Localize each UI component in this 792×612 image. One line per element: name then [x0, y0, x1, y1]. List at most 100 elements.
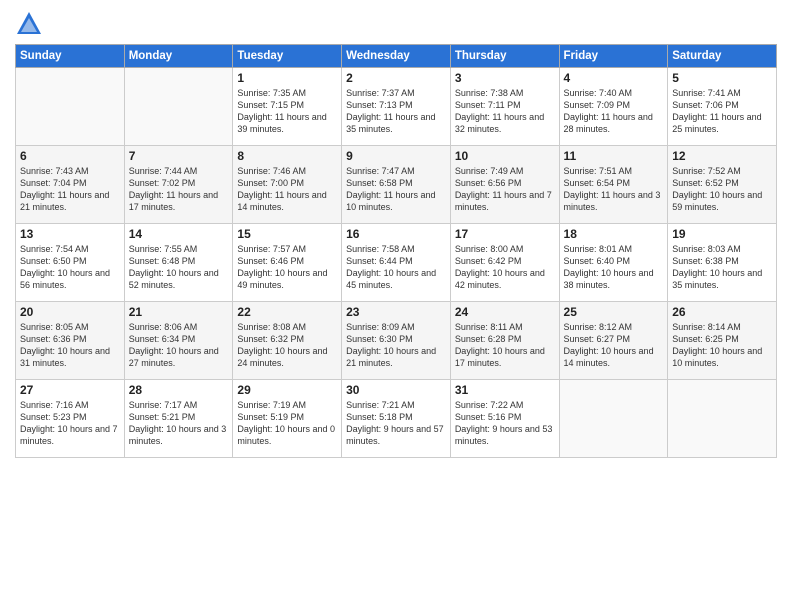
- logo-icon: [15, 10, 43, 38]
- day-info: Sunrise: 7:58 AM Sunset: 6:44 PM Dayligh…: [346, 243, 446, 292]
- calendar-cell: 10 Sunrise: 7:49 AM Sunset: 6:56 PM Dayli…: [450, 146, 559, 224]
- day-number: 9: [346, 149, 446, 163]
- calendar-cell: 14 Sunrise: 7:55 AM Sunset: 6:48 PM Dayli…: [124, 224, 233, 302]
- day-number: 5: [672, 71, 772, 85]
- day-of-week-header: Thursday: [450, 45, 559, 68]
- day-info: Sunrise: 7:55 AM Sunset: 6:48 PM Dayligh…: [129, 243, 229, 292]
- day-number: 6: [20, 149, 120, 163]
- calendar-cell: 19 Sunrise: 8:03 AM Sunset: 6:38 PM Dayli…: [668, 224, 777, 302]
- calendar-cell: 25 Sunrise: 8:12 AM Sunset: 6:27 PM Dayli…: [559, 302, 668, 380]
- calendar-week-row: 6Sunrise: 7:43 AM Sunset: 7:04 PM Daylig…: [16, 146, 777, 224]
- day-info: Sunrise: 7:49 AM Sunset: 6:56 PM Dayligh…: [455, 165, 555, 214]
- day-info: Sunrise: 7:21 AM Sunset: 5:18 PM Dayligh…: [346, 399, 446, 448]
- day-number: 25: [564, 305, 664, 319]
- day-number: 3: [455, 71, 555, 85]
- day-number: 31: [455, 383, 555, 397]
- day-of-week-header: Tuesday: [233, 45, 342, 68]
- day-number: 21: [129, 305, 229, 319]
- day-number: 19: [672, 227, 772, 241]
- day-info: Sunrise: 7:41 AM Sunset: 7:06 PM Dayligh…: [672, 87, 772, 136]
- day-info: Sunrise: 8:14 AM Sunset: 6:25 PM Dayligh…: [672, 321, 772, 370]
- calendar-cell: 31 Sunrise: 7:22 AM Sunset: 5:16 PM Dayli…: [450, 380, 559, 458]
- calendar-cell: 28 Sunrise: 7:17 AM Sunset: 5:21 PM Dayli…: [124, 380, 233, 458]
- day-info: Sunrise: 7:51 AM Sunset: 6:54 PM Dayligh…: [564, 165, 664, 214]
- day-of-week-header: Friday: [559, 45, 668, 68]
- calendar-cell: [124, 68, 233, 146]
- calendar-cell: 1 Sunrise: 7:35 AM Sunset: 7:15 PM Daylig…: [233, 68, 342, 146]
- day-number: 28: [129, 383, 229, 397]
- day-info: Sunrise: 7:22 AM Sunset: 5:16 PM Dayligh…: [455, 399, 555, 448]
- calendar-cell: 11Sunrise: 7:51 AM Sunset: 6:54 PM Dayli…: [559, 146, 668, 224]
- calendar-cell: 26 Sunrise: 8:14 AM Sunset: 6:25 PM Dayli…: [668, 302, 777, 380]
- calendar-header-row: SundayMondayTuesdayWednesdayThursdayFrid…: [16, 45, 777, 68]
- calendar-cell: 3 Sunrise: 7:38 AM Sunset: 7:11 PM Daylig…: [450, 68, 559, 146]
- day-number: 17: [455, 227, 555, 241]
- calendar-cell: 22 Sunrise: 8:08 AM Sunset: 6:32 PM Dayli…: [233, 302, 342, 380]
- day-number: 12: [672, 149, 772, 163]
- day-info: Sunrise: 8:05 AM Sunset: 6:36 PM Dayligh…: [20, 321, 120, 370]
- calendar-cell: 5 Sunrise: 7:41 AM Sunset: 7:06 PM Daylig…: [668, 68, 777, 146]
- header: [15, 10, 777, 38]
- day-info: Sunrise: 7:35 AM Sunset: 7:15 PM Dayligh…: [237, 87, 337, 136]
- calendar-cell: 23 Sunrise: 8:09 AM Sunset: 6:30 PM Dayli…: [342, 302, 451, 380]
- day-info: Sunrise: 7:47 AM Sunset: 6:58 PM Dayligh…: [346, 165, 446, 214]
- calendar-week-row: 13 Sunrise: 7:54 AM Sunset: 6:50 PM Dayli…: [16, 224, 777, 302]
- day-number: 10: [455, 149, 555, 163]
- calendar-cell: 4 Sunrise: 7:40 AM Sunset: 7:09 PM Daylig…: [559, 68, 668, 146]
- day-info: Sunrise: 8:01 AM Sunset: 6:40 PM Dayligh…: [564, 243, 664, 292]
- day-info: Sunrise: 7:46 AM Sunset: 7:00 PM Dayligh…: [237, 165, 337, 214]
- day-number: 22: [237, 305, 337, 319]
- day-info: Sunrise: 8:06 AM Sunset: 6:34 PM Dayligh…: [129, 321, 229, 370]
- day-number: 4: [564, 71, 664, 85]
- calendar-cell: 24Sunrise: 8:11 AM Sunset: 6:28 PM Dayli…: [450, 302, 559, 380]
- day-number: 30: [346, 383, 446, 397]
- day-info: Sunrise: 7:38 AM Sunset: 7:11 PM Dayligh…: [455, 87, 555, 136]
- day-info: Sunrise: 8:09 AM Sunset: 6:30 PM Dayligh…: [346, 321, 446, 370]
- day-of-week-header: Saturday: [668, 45, 777, 68]
- day-info: Sunrise: 8:03 AM Sunset: 6:38 PM Dayligh…: [672, 243, 772, 292]
- day-number: 23: [346, 305, 446, 319]
- day-of-week-header: Monday: [124, 45, 233, 68]
- calendar-cell: 7 Sunrise: 7:44 AM Sunset: 7:02 PM Daylig…: [124, 146, 233, 224]
- calendar-table: SundayMondayTuesdayWednesdayThursdayFrid…: [15, 44, 777, 458]
- day-info: Sunrise: 7:52 AM Sunset: 6:52 PM Dayligh…: [672, 165, 772, 214]
- day-info: Sunrise: 7:54 AM Sunset: 6:50 PM Dayligh…: [20, 243, 120, 292]
- day-number: 15: [237, 227, 337, 241]
- calendar-cell: [559, 380, 668, 458]
- calendar-week-row: 27 Sunrise: 7:16 AM Sunset: 5:23 PM Dayli…: [16, 380, 777, 458]
- calendar-cell: 17 Sunrise: 8:00 AM Sunset: 6:42 PM Dayli…: [450, 224, 559, 302]
- calendar-cell: 13 Sunrise: 7:54 AM Sunset: 6:50 PM Dayli…: [16, 224, 125, 302]
- day-of-week-header: Wednesday: [342, 45, 451, 68]
- day-info: Sunrise: 7:40 AM Sunset: 7:09 PM Dayligh…: [564, 87, 664, 136]
- calendar-cell: 6Sunrise: 7:43 AM Sunset: 7:04 PM Daylig…: [16, 146, 125, 224]
- day-info: Sunrise: 7:44 AM Sunset: 7:02 PM Dayligh…: [129, 165, 229, 214]
- day-number: 26: [672, 305, 772, 319]
- day-number: 14: [129, 227, 229, 241]
- calendar-cell: 15 Sunrise: 7:57 AM Sunset: 6:46 PM Dayli…: [233, 224, 342, 302]
- day-number: 1: [237, 71, 337, 85]
- calendar-cell: 9 Sunrise: 7:47 AM Sunset: 6:58 PM Daylig…: [342, 146, 451, 224]
- logo: [15, 10, 47, 38]
- day-number: 20: [20, 305, 120, 319]
- day-info: Sunrise: 7:16 AM Sunset: 5:23 PM Dayligh…: [20, 399, 120, 448]
- calendar-cell: 18Sunrise: 8:01 AM Sunset: 6:40 PM Dayli…: [559, 224, 668, 302]
- day-number: 24: [455, 305, 555, 319]
- day-info: Sunrise: 7:57 AM Sunset: 6:46 PM Dayligh…: [237, 243, 337, 292]
- day-info: Sunrise: 8:00 AM Sunset: 6:42 PM Dayligh…: [455, 243, 555, 292]
- day-info: Sunrise: 8:08 AM Sunset: 6:32 PM Dayligh…: [237, 321, 337, 370]
- day-info: Sunrise: 7:37 AM Sunset: 7:13 PM Dayligh…: [346, 87, 446, 136]
- calendar-cell: [16, 68, 125, 146]
- calendar-cell: 21 Sunrise: 8:06 AM Sunset: 6:34 PM Dayli…: [124, 302, 233, 380]
- day-number: 7: [129, 149, 229, 163]
- day-number: 8: [237, 149, 337, 163]
- day-of-week-header: Sunday: [16, 45, 125, 68]
- day-number: 13: [20, 227, 120, 241]
- day-number: 16: [346, 227, 446, 241]
- day-info: Sunrise: 7:17 AM Sunset: 5:21 PM Dayligh…: [129, 399, 229, 448]
- calendar-cell: 8 Sunrise: 7:46 AM Sunset: 7:00 PM Daylig…: [233, 146, 342, 224]
- calendar-body: 1 Sunrise: 7:35 AM Sunset: 7:15 PM Daylig…: [16, 68, 777, 458]
- calendar-cell: 12 Sunrise: 7:52 AM Sunset: 6:52 PM Dayli…: [668, 146, 777, 224]
- calendar-cell: [668, 380, 777, 458]
- day-info: Sunrise: 8:12 AM Sunset: 6:27 PM Dayligh…: [564, 321, 664, 370]
- day-number: 27: [20, 383, 120, 397]
